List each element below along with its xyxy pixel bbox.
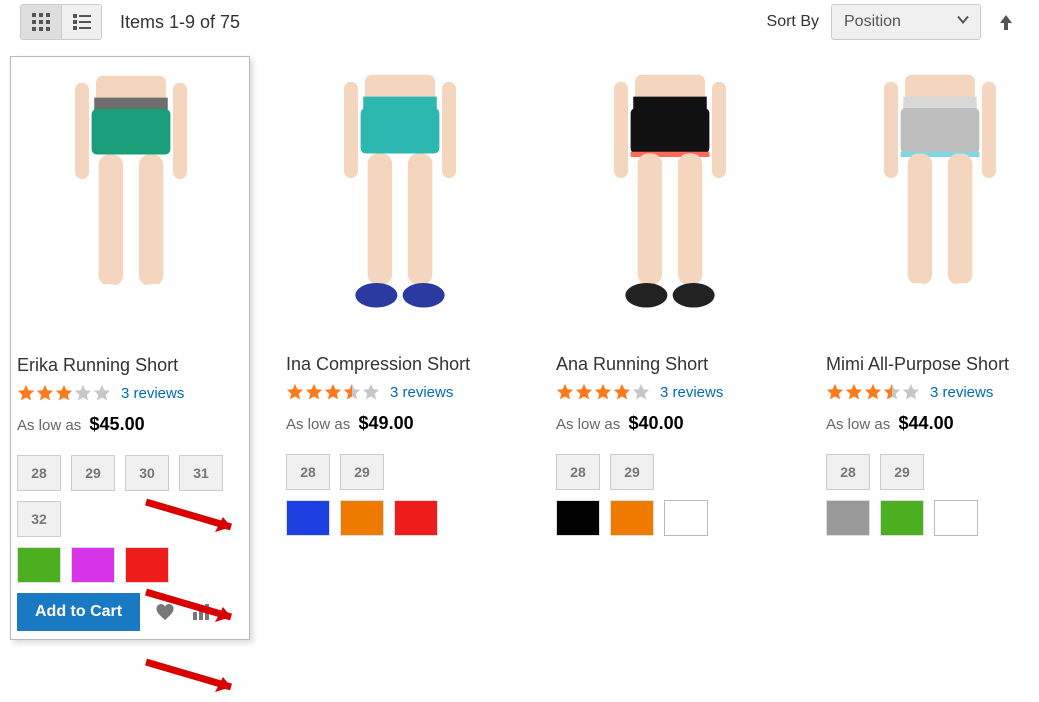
heart-icon bbox=[155, 602, 175, 622]
reviews-link[interactable]: 3 reviews bbox=[930, 384, 993, 401]
product-image[interactable] bbox=[280, 56, 520, 346]
toolbar-left: Items 1-9 of 75 bbox=[20, 4, 240, 40]
color-swatch[interactable] bbox=[880, 500, 924, 536]
color-swatch[interactable] bbox=[664, 500, 708, 536]
chevron-down-icon bbox=[956, 13, 970, 32]
wishlist-button[interactable] bbox=[154, 601, 176, 623]
product-name[interactable]: Ana Running Short bbox=[556, 354, 784, 375]
size-swatch[interactable]: 32 bbox=[17, 501, 61, 537]
view-grid-button[interactable] bbox=[21, 5, 61, 39]
color-swatches bbox=[11, 547, 249, 593]
item-count: Items 1-9 of 75 bbox=[120, 12, 240, 33]
toolbar-right: Sort By Position bbox=[767, 4, 1019, 40]
rating-stars bbox=[17, 384, 111, 402]
product-image[interactable] bbox=[550, 56, 790, 346]
reviews-link[interactable]: 3 reviews bbox=[660, 384, 723, 401]
product-actions: Add to Cart bbox=[11, 593, 249, 631]
toolbar: Items 1-9 of 75 Sort By Position bbox=[0, 0, 1039, 50]
product-card: Ana Running Short 3 reviews As low as $4… bbox=[550, 56, 790, 546]
size-swatch[interactable]: 28 bbox=[556, 454, 600, 490]
rating-stars bbox=[286, 383, 380, 401]
size-swatch[interactable]: 28 bbox=[17, 455, 61, 491]
color-swatch[interactable] bbox=[934, 500, 978, 536]
size-swatch[interactable]: 29 bbox=[340, 454, 384, 490]
view-mode-group bbox=[20, 4, 102, 40]
color-swatch[interactable] bbox=[556, 500, 600, 536]
color-swatch[interactable] bbox=[610, 500, 654, 536]
product-name[interactable]: Erika Running Short bbox=[17, 355, 243, 376]
color-swatches bbox=[820, 500, 1039, 546]
product-name[interactable]: Ina Compression Short bbox=[286, 354, 514, 375]
product-card: Mimi All-Purpose Short 3 reviews As low … bbox=[820, 56, 1039, 546]
color-swatch[interactable] bbox=[71, 547, 115, 583]
product-name[interactable]: Mimi All-Purpose Short bbox=[826, 354, 1039, 375]
product-card: Erika Running Short 3 reviews As low as … bbox=[10, 56, 250, 640]
size-swatches: 28 29 30 31 32 bbox=[11, 455, 249, 547]
price: As low as $45.00 bbox=[17, 414, 243, 435]
size-swatch[interactable]: 29 bbox=[880, 454, 924, 490]
size-swatches: 28 29 bbox=[820, 454, 1039, 500]
color-swatch[interactable] bbox=[125, 547, 169, 583]
price: As low as $40.00 bbox=[556, 413, 784, 434]
sort-select[interactable]: Position bbox=[831, 4, 981, 40]
reviews-link[interactable]: 3 reviews bbox=[121, 385, 184, 402]
product-card: Ina Compression Short 3 reviews As low a… bbox=[280, 56, 520, 546]
price: As low as $44.00 bbox=[826, 413, 1039, 434]
bar-chart-icon bbox=[191, 602, 211, 622]
size-swatch[interactable]: 29 bbox=[610, 454, 654, 490]
color-swatches bbox=[280, 500, 520, 546]
add-to-cart-button[interactable]: Add to Cart bbox=[17, 593, 140, 631]
rating-stars bbox=[556, 383, 650, 401]
color-swatch[interactable] bbox=[286, 500, 330, 536]
reviews-link[interactable]: 3 reviews bbox=[390, 384, 453, 401]
size-swatch[interactable]: 28 bbox=[826, 454, 870, 490]
color-swatch[interactable] bbox=[340, 500, 384, 536]
grid-icon bbox=[32, 13, 50, 31]
size-swatch[interactable]: 29 bbox=[71, 455, 115, 491]
color-swatch[interactable] bbox=[17, 547, 61, 583]
view-list-button[interactable] bbox=[61, 5, 101, 39]
color-swatch[interactable] bbox=[394, 500, 438, 536]
annotation-arrow bbox=[141, 657, 251, 702]
size-swatch[interactable]: 31 bbox=[179, 455, 223, 491]
list-icon bbox=[73, 13, 91, 31]
size-swatches: 28 29 bbox=[280, 454, 520, 500]
size-swatch[interactable]: 30 bbox=[125, 455, 169, 491]
sort-selected-value: Position bbox=[844, 13, 901, 31]
product-image[interactable] bbox=[11, 57, 251, 347]
sort-label: Sort By bbox=[767, 13, 819, 31]
arrow-up-icon bbox=[998, 13, 1014, 31]
color-swatches bbox=[550, 500, 790, 546]
product-grid: Erika Running Short 3 reviews As low as … bbox=[0, 50, 1039, 670]
size-swatch[interactable]: 28 bbox=[286, 454, 330, 490]
price: As low as $49.00 bbox=[286, 413, 514, 434]
color-swatch[interactable] bbox=[826, 500, 870, 536]
size-swatches: 28 29 bbox=[550, 454, 790, 500]
rating-stars bbox=[826, 383, 920, 401]
sort-direction-button[interactable] bbox=[993, 9, 1019, 35]
product-image[interactable] bbox=[820, 56, 1039, 346]
compare-button[interactable] bbox=[190, 601, 212, 623]
